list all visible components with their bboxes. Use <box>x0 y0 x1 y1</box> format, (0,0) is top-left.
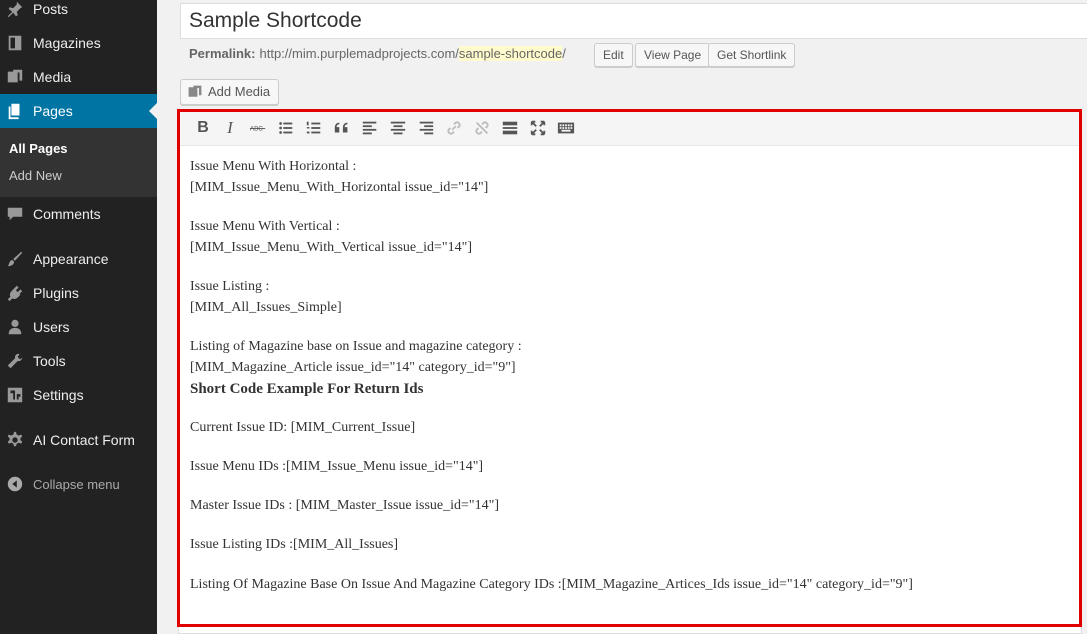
view-page-button[interactable]: View Page <box>635 43 711 67</box>
brush-icon <box>5 249 25 269</box>
menu-users[interactable]: Users <box>0 310 157 344</box>
content-line: [MIM_Issue_Menu_With_Horizontal issue_id… <box>190 180 489 195</box>
settings-icon <box>5 385 25 405</box>
media-icon <box>5 67 25 87</box>
get-shortlink-button[interactable]: Get Shortlink <box>708 43 796 67</box>
menu-magazines[interactable]: Magazines <box>0 26 157 60</box>
pin-icon <box>5 0 25 19</box>
content-line: [MIM_Magazine_Article issue_id="14" cate… <box>190 360 516 375</box>
menu-users-label: Users <box>33 319 70 335</box>
content-line: Issue Menu With Vertical : <box>190 219 340 234</box>
menu-plugins[interactable]: Plugins <box>0 276 157 310</box>
editor-toolbar: B I ABC <box>179 110 1081 146</box>
post-title-value: Sample Shortcode <box>189 9 362 32</box>
permalink-end: / <box>562 46 566 61</box>
permalink-base: http://mim.purplemadprojects.com/ <box>259 46 459 61</box>
media-icon <box>187 84 203 100</box>
menu-posts-label: Posts <box>33 1 69 17</box>
menu-settings-label: Settings <box>33 387 84 403</box>
pages-icon <box>5 101 25 121</box>
pages-submenu: All Pages Add New <box>0 128 157 197</box>
menu-ai-contact-form[interactable]: AI Contact Form <box>0 423 157 457</box>
plug-icon <box>5 283 25 303</box>
content-line: Current Issue ID: [MIM_Current_Issue] <box>190 420 416 435</box>
comment-icon <box>5 204 25 224</box>
edit-permalink-button[interactable]: Edit <box>594 43 633 67</box>
align-center-icon[interactable] <box>388 118 408 138</box>
menu-plugins-label: Plugins <box>33 285 79 301</box>
menu-tools-label: Tools <box>33 353 66 369</box>
menu-tools[interactable]: Tools <box>0 344 157 378</box>
content-line: Master Issue IDs : [MIM_Master_Issue iss… <box>190 498 500 513</box>
strikethrough-icon[interactable]: ABC <box>248 118 268 138</box>
content-editor: B I ABC Issue Menu With Horizontal : [MI… <box>178 109 1082 634</box>
permalink-slug[interactable]: sample-shortcode <box>458 46 563 61</box>
submenu-add-new[interactable]: Add New <box>9 168 62 183</box>
content-line: Issue Menu With Horizontal : <box>190 159 357 174</box>
menu-appearance-label: Appearance <box>33 251 109 267</box>
collapse-icon <box>5 474 25 494</box>
content-line: Issue Listing : <box>190 279 270 294</box>
menu-posts[interactable]: Posts <box>0 0 157 26</box>
user-icon <box>5 317 25 337</box>
bold-icon[interactable]: B <box>193 118 213 138</box>
content-line: Listing Of Magazine Base On Issue And Ma… <box>190 577 913 592</box>
align-right-icon[interactable] <box>416 118 436 138</box>
svg-text:ABC: ABC <box>250 126 263 133</box>
post-title-input[interactable]: Sample Shortcode <box>180 3 1087 39</box>
add-media-button[interactable]: Add Media <box>180 79 280 105</box>
wrench-icon <box>5 351 25 371</box>
submenu-all-pages[interactable]: All Pages <box>9 141 68 156</box>
menu-magazines-label: Magazines <box>33 35 101 51</box>
menu-comments-label: Comments <box>33 206 101 222</box>
align-left-icon[interactable] <box>360 118 380 138</box>
toolbar-toggle-icon[interactable] <box>556 118 576 138</box>
content-heading: Short Code Example For Return Ids <box>190 381 424 397</box>
bullet-list-icon[interactable] <box>276 118 296 138</box>
menu-appearance[interactable]: Appearance <box>0 242 157 276</box>
permalink-label: Permalink: <box>189 46 256 61</box>
gear-icon <box>5 430 25 450</box>
menu-media[interactable]: Media <box>0 60 157 94</box>
content-line: [MIM_Issue_Menu_With_Vertical issue_id="… <box>190 240 472 255</box>
read-more-icon[interactable] <box>500 118 520 138</box>
menu-comments[interactable]: Comments <box>0 197 157 231</box>
menu-ai-contact-form-label: AI Contact Form <box>33 432 135 448</box>
active-arrow <box>149 103 157 119</box>
collapse-menu[interactable]: Collapse menu <box>0 467 157 501</box>
fullscreen-icon[interactable] <box>528 118 548 138</box>
link-icon[interactable] <box>444 118 464 138</box>
menu-pages[interactable]: Pages <box>0 94 157 128</box>
collapse-menu-label: Collapse menu <box>33 476 120 492</box>
blockquote-icon[interactable] <box>332 118 352 138</box>
content-line: Issue Menu IDs :[MIM_Issue_Menu issue_id… <box>190 459 484 474</box>
numbered-list-icon[interactable] <box>304 118 324 138</box>
book-icon <box>5 33 25 53</box>
unlink-icon[interactable] <box>472 118 492 138</box>
menu-settings[interactable]: Settings <box>0 378 157 412</box>
menu-media-label: Media <box>33 69 72 85</box>
content-line: Listing of Magazine base on Issue and ma… <box>190 339 522 354</box>
add-media-label: Add Media <box>208 84 271 99</box>
italic-icon[interactable]: I <box>220 118 240 138</box>
permalink-row: Permalink: http://mim.purplemadprojects.… <box>189 46 566 61</box>
content-line: Issue Listing IDs :[MIM_All_Issues] <box>190 537 399 552</box>
menu-pages-label: Pages <box>33 103 73 119</box>
admin-sidebar: Posts Magazines Media Pages All Pages Ad… <box>0 0 157 634</box>
content-line: [MIM_All_Issues_Simple] <box>190 300 342 315</box>
